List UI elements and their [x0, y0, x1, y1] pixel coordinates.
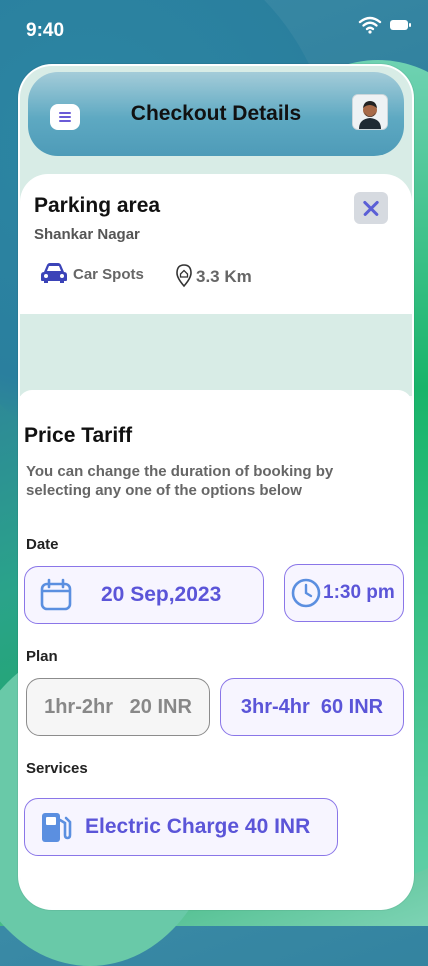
status-time: 9:40 [26, 20, 65, 41]
status-bar: 9:40 [0, 0, 428, 60]
close-button[interactable] [354, 192, 388, 224]
car-spots-label: Car Spots [73, 266, 144, 283]
services-label: Services [26, 760, 88, 777]
fuel-pump-icon [42, 813, 72, 842]
parking-panel: Parking area Shankar Nagar Car Spots 3.3… [20, 174, 412, 314]
parking-title: Parking area [34, 194, 161, 217]
parking-location: Shankar Nagar [34, 226, 140, 243]
checkout-card: Checkout Details Parking area Shankar Na… [18, 64, 414, 910]
tariff-title: Price Tariff [24, 424, 133, 447]
plan-label: Plan [26, 648, 58, 665]
service-label: Electric Charge 40 INR [85, 815, 311, 838]
location-pin-icon [176, 264, 192, 288]
distance-value: 3.3 Km [196, 267, 252, 286]
clock-icon [291, 578, 321, 608]
price-tariff-panel: Price Tariff You can change the duration… [20, 390, 412, 908]
time-picker[interactable]: 1:30 pm [284, 564, 404, 622]
car-icon [41, 263, 67, 283]
plan-option-label: 3hr-4hr 60 INR [240, 695, 384, 718]
battery-icon [390, 20, 411, 30]
service-option-electric-charge[interactable]: Electric Charge 40 INR [24, 798, 338, 856]
wifi-icon [358, 16, 382, 34]
page-title: Checkout Details [130, 102, 302, 125]
date-label: Date [26, 536, 59, 553]
plan-option-2[interactable]: 3hr-4hr 60 INR [220, 678, 404, 736]
tariff-description: You can change the duration of booking b… [26, 463, 334, 499]
time-value: 1:30 pm [323, 582, 395, 603]
date-picker[interactable]: 20 Sep,2023 [24, 566, 264, 624]
plan-option-label: 1hr-2hr 20 INR [44, 695, 192, 718]
calendar-icon [40, 578, 72, 611]
date-value: 20 Sep,2023 [101, 583, 222, 606]
plan-option-1[interactable]: 1hr-2hr 20 INR [26, 678, 210, 736]
app-header: Checkout Details [28, 72, 404, 156]
avatar[interactable] [352, 94, 388, 130]
